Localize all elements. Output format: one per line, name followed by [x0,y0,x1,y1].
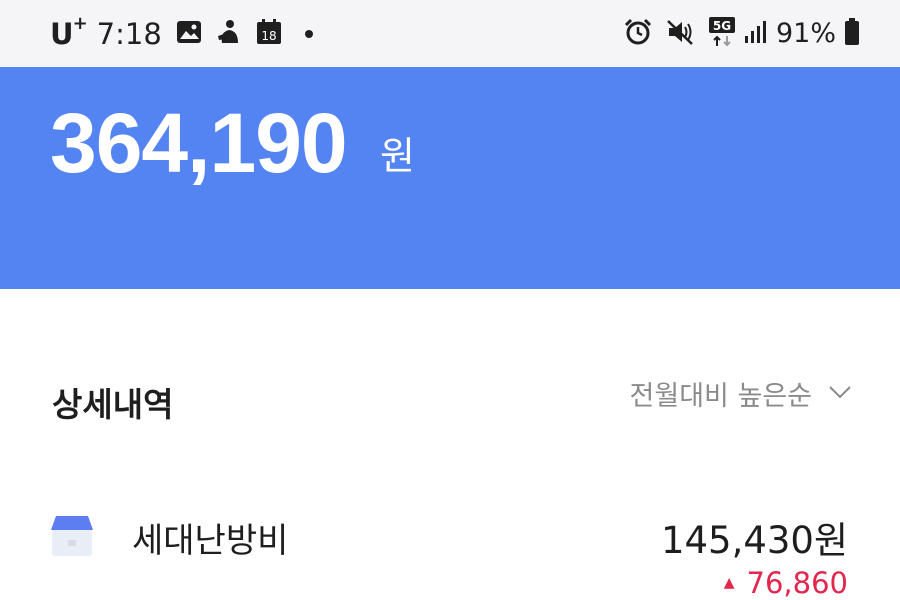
item-label: 세대난방비 [132,521,289,561]
sort-dropdown[interactable]: 전월대비 높은순 [630,374,852,413]
figure-icon [216,19,242,49]
battery-percent: 91% [775,18,836,49]
status-bar-right: 5G 91% [610,0,860,67]
total-amount-header: 364,190 원 [0,67,900,289]
calendar-icon: 18 [256,18,282,49]
list-item[interactable]: 세대난방비 145,430원 ▲ 76,860 [0,500,900,600]
status-bar: U+ 7:18 18 5G 91% [0,0,900,67]
svg-text:5G: 5G [713,19,731,33]
sort-label: 전월대비 높은순 [629,381,812,412]
total-amount-unit: 원 [380,134,415,178]
total-amount: 364,190 [50,96,348,190]
svg-text:18: 18 [261,29,276,43]
5g-icon: 5G [708,16,736,52]
status-bar-left: U+ 7:18 18 [50,0,314,67]
carrier-label: U+ [50,12,88,51]
signal-icon [744,20,768,48]
item-diff-value: 76,860 [746,566,848,600]
alarm-icon [624,18,652,50]
triangle-up-icon: ▲ [723,575,735,591]
item-amount: 145,430원 [660,519,848,562]
clock: 7:18 [96,16,162,51]
item-diff: ▲ 76,860 [724,566,848,600]
dot-icon [304,24,314,43]
gallery-icon [176,20,202,48]
battery-icon [844,17,860,50]
details-title: 상세내역 [52,385,174,424]
chevron-down-icon [828,384,852,403]
house-icon [50,514,94,560]
mute-icon [666,18,694,50]
